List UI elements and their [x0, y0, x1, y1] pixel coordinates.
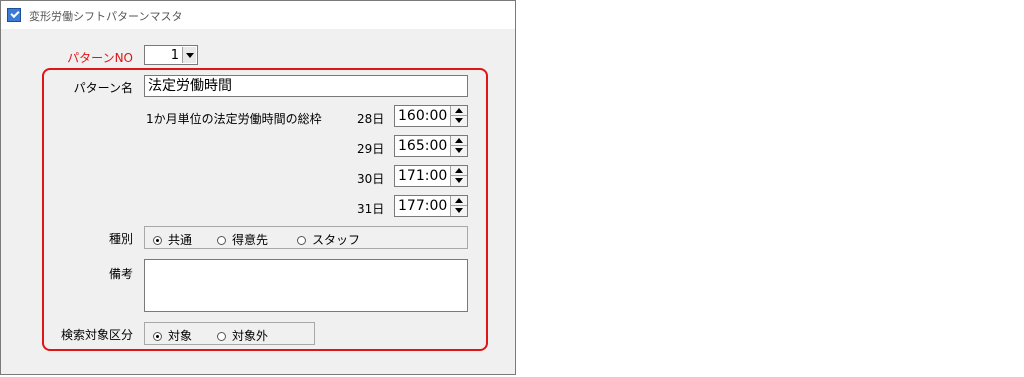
pattern-name-input[interactable]: 法定労働時間: [144, 75, 468, 97]
remarks-textarea[interactable]: [144, 259, 468, 312]
kind-label: 種別: [108, 232, 133, 246]
chevron-down-icon[interactable]: [182, 47, 196, 63]
radio-icon: [217, 332, 226, 341]
search-target-label: 検索対象区分: [60, 328, 133, 342]
spin-up-icon[interactable]: [451, 106, 467, 116]
day-label-29: 29日: [357, 142, 385, 156]
search-target-radio-group: 対象 対象外: [144, 322, 315, 345]
day-label-30: 30日: [357, 172, 385, 186]
spin-down-icon[interactable]: [451, 206, 467, 216]
spin-up-icon[interactable]: [451, 136, 467, 146]
hours-28-spinner[interactable]: 160:00: [394, 105, 468, 127]
spin-down-icon[interactable]: [451, 116, 467, 126]
pattern-master-window: 変形労働シフトパターンマスタ パターンNO 1 パターン名 法定労働時間 1か月…: [0, 0, 516, 375]
hours-28-value: 160:00: [398, 108, 448, 124]
monthly-total-label: 1か月単位の法定労働時間の総枠: [146, 112, 322, 126]
kind-option-staff[interactable]: スタッフ: [297, 231, 360, 248]
kind-option-client[interactable]: 得意先: [217, 231, 268, 248]
day-label-31: 31日: [357, 202, 385, 216]
spin-up-icon[interactable]: [451, 196, 467, 206]
hours-29-spinner[interactable]: 165:00: [394, 135, 468, 157]
pattern-no-select[interactable]: 1: [144, 45, 198, 65]
remarks-label: 備考: [108, 267, 133, 281]
hours-30-value: 171:00: [398, 168, 448, 184]
title-bar: 変形労働シフトパターンマスタ: [1, 1, 515, 29]
radio-selected-icon: [153, 236, 162, 245]
hours-31-value: 177:00: [398, 198, 448, 214]
day-label-28: 28日: [357, 112, 385, 126]
spin-down-icon[interactable]: [451, 176, 467, 186]
search-target-option-excluded[interactable]: 対象外: [217, 327, 268, 344]
hours-31-spinner[interactable]: 177:00: [394, 195, 468, 217]
window-title: 変形労働シフトパターンマスタ: [29, 10, 183, 23]
spin-down-icon[interactable]: [451, 146, 467, 156]
kind-radio-group: 共通 得意先 スタッフ: [144, 226, 468, 249]
app-check-icon: [7, 8, 21, 22]
kind-option-common[interactable]: 共通: [153, 231, 192, 248]
radio-icon: [217, 236, 226, 245]
spin-up-icon[interactable]: [451, 166, 467, 176]
search-target-option-target[interactable]: 対象: [153, 327, 192, 344]
radio-icon: [297, 236, 306, 245]
radio-selected-icon: [153, 332, 162, 341]
pattern-no-label: パターンNO: [67, 51, 133, 65]
pattern-name-label: パターン名: [73, 81, 133, 95]
hours-30-spinner[interactable]: 171:00: [394, 165, 468, 187]
pattern-no-value: 1: [170, 48, 179, 63]
hours-29-value: 165:00: [398, 138, 448, 154]
